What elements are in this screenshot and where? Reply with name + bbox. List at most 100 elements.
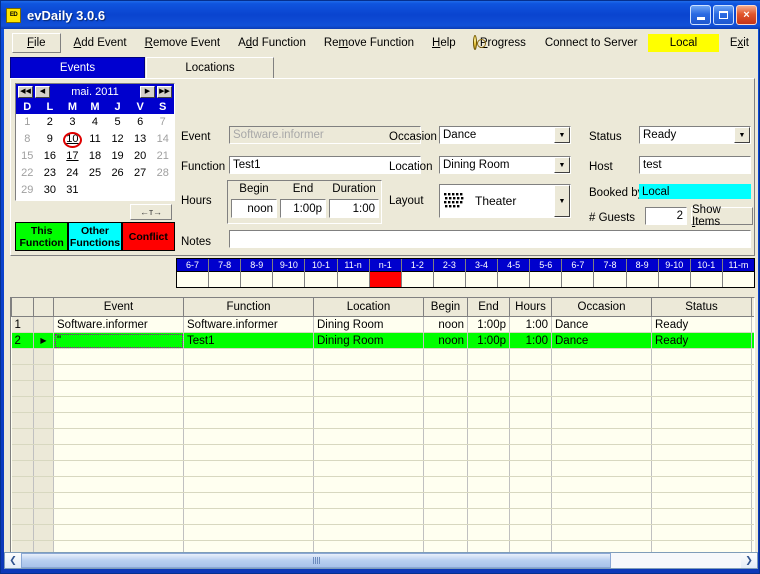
calendar-day-11[interactable]: 11: [84, 131, 107, 148]
cell-begin[interactable]: noon: [423, 316, 468, 333]
layout-chevron-down-icon[interactable]: ▼: [554, 185, 570, 217]
cell-function[interactable]: Test1: [183, 332, 314, 349]
timeline-slot-6[interactable]: n-1: [369, 259, 402, 287]
cell-event[interactable]: ": [53, 332, 184, 349]
menu-item-add-function[interactable]: Add Function: [229, 34, 315, 52]
calendar-day-9[interactable]: 9: [39, 131, 62, 148]
cell-hos[interactable]: test: [751, 332, 754, 349]
calendar-day-10[interactable]: 10: [61, 131, 84, 148]
timeline-slot-free-7[interactable]: [402, 272, 433, 287]
cell-status[interactable]: Ready: [651, 316, 752, 333]
cell-status[interactable]: Ready: [651, 332, 752, 349]
horizontal-scrollbar[interactable]: ❮ ❯: [4, 552, 758, 569]
cell-location[interactable]: Dining Room: [313, 332, 424, 349]
timeline-slot-3[interactable]: 9-10: [273, 259, 306, 287]
scroll-track[interactable]: [21, 553, 741, 568]
timeline-slot-free-1[interactable]: [209, 272, 240, 287]
timeline-slot-free-10[interactable]: [498, 272, 529, 287]
menu-item-exit[interactable]: Exit: [721, 34, 758, 52]
legend-other-functions[interactable]: Other Functions: [68, 222, 122, 251]
bookedby-field[interactable]: Local: [639, 184, 751, 199]
col-hours[interactable]: Hours: [509, 298, 552, 317]
legend-this-function[interactable]: This Function: [15, 222, 69, 251]
col-location[interactable]: Location: [313, 298, 424, 317]
row-marker[interactable]: [33, 316, 54, 333]
col-marker[interactable]: [33, 298, 54, 317]
calendar-day-17[interactable]: 17: [61, 148, 84, 165]
timeline-slot-13[interactable]: 7-8: [594, 259, 627, 287]
col-rownum[interactable]: [11, 298, 34, 317]
col-end[interactable]: End: [467, 298, 510, 317]
col-function[interactable]: Function: [183, 298, 314, 317]
calendar-day-31[interactable]: 31: [61, 182, 84, 199]
timeline-slot-free-3[interactable]: [273, 272, 304, 287]
guests-field[interactable]: 2: [645, 207, 687, 225]
timeline-slot-free-5[interactable]: [338, 272, 369, 287]
menu-item-remove-event[interactable]: Remove Event: [136, 34, 229, 52]
minimize-button[interactable]: [690, 5, 711, 25]
cell-end[interactable]: 1:00p: [467, 316, 510, 333]
timeline-slot-free-2[interactable]: [241, 272, 272, 287]
calendar-day-8[interactable]: 8: [16, 131, 39, 148]
menu-item-local[interactable]: Local: [647, 33, 720, 52]
prev-year-button[interactable]: ◀◀: [18, 85, 33, 98]
timeline-slot-16[interactable]: 10-1: [690, 259, 723, 287]
cell-end[interactable]: 1:00p: [467, 332, 510, 349]
timeline-slot-free-12[interactable]: [562, 272, 593, 287]
calendar-day-24[interactable]: 24: [61, 165, 84, 182]
occasion-combo[interactable]: Dance ▼: [439, 126, 571, 144]
calendar-day-7[interactable]: 7: [151, 114, 174, 131]
timeline-slot-1[interactable]: 7-8: [209, 259, 242, 287]
calendar-day-12[interactable]: 12: [106, 131, 129, 148]
menu-item-connect-to-server[interactable]: Connect to Server: [536, 34, 647, 52]
calendar-day-22[interactable]: 22: [16, 165, 39, 182]
cell-function[interactable]: Software.informer: [183, 316, 314, 333]
cell-begin[interactable]: noon: [423, 332, 468, 349]
scroll-thumb[interactable]: [21, 553, 612, 568]
col-host[interactable]: Hos: [751, 298, 754, 317]
row-current-marker-icon[interactable]: ▶: [33, 332, 54, 349]
row-number[interactable]: 2: [11, 332, 34, 349]
timeline-slot-free-0[interactable]: [177, 272, 208, 287]
end-field[interactable]: 1:00p: [280, 199, 326, 218]
duration-field[interactable]: 1:00: [329, 199, 379, 218]
calendar-day-28[interactable]: 28: [151, 165, 174, 182]
menu-item-file[interactable]: File: [12, 32, 61, 53]
next-month-button[interactable]: ▶: [140, 85, 155, 98]
calendar-day-14[interactable]: 14: [151, 131, 174, 148]
timeline-slot-4[interactable]: 10-1: [305, 259, 338, 287]
calendar-day-27[interactable]: 27: [129, 165, 152, 182]
cell-occasion[interactable]: Dance: [551, 316, 652, 333]
events-grid[interactable]: Event Function Location Begin End Hours …: [10, 297, 755, 569]
occasion-chevron-down-icon[interactable]: ▼: [554, 127, 570, 143]
timeline-slot-8[interactable]: 2-3: [433, 259, 466, 287]
calendar[interactable]: ◀◀ ◀ mai. 2011 ▶ ▶▶ D L M M J V S 1 2 3 …: [15, 83, 175, 201]
tab-events[interactable]: Events: [10, 57, 145, 79]
cell-hos[interactable]: test: [751, 316, 754, 333]
tab-locations[interactable]: Locations: [146, 57, 274, 79]
timeline-slot-free-13[interactable]: [594, 272, 625, 287]
menu-item-progress[interactable]: Progress: [480, 34, 535, 52]
calendar-day-13[interactable]: 13: [129, 131, 152, 148]
calendar-day-23[interactable]: 23: [39, 165, 62, 182]
calendar-day-18[interactable]: 18: [84, 148, 107, 165]
timeline-slot-11[interactable]: 5-6: [530, 259, 563, 287]
cell-hours[interactable]: 1:00: [509, 316, 552, 333]
timeline-slot-0[interactable]: 6-7: [177, 259, 210, 287]
table-row[interactable]: 2 ▶ " Test1 Dining Room noon 1:00p 1:00 Dance Rea…: [11, 332, 754, 349]
calendar-day-19[interactable]: 19: [106, 148, 129, 165]
timeline-slot-free-11[interactable]: [530, 272, 561, 287]
calendar-day-20[interactable]: 20: [129, 148, 152, 165]
timeline-slot-15[interactable]: 9-10: [658, 259, 691, 287]
scroll-right-button[interactable]: ❯: [741, 553, 757, 568]
col-status[interactable]: Status: [651, 298, 752, 317]
timeline-slot-14[interactable]: 8-9: [626, 259, 659, 287]
maximize-button[interactable]: [713, 5, 734, 25]
col-begin[interactable]: Begin: [423, 298, 468, 317]
scroll-left-button[interactable]: ❮: [5, 553, 21, 568]
col-occasion[interactable]: Occasion: [551, 298, 652, 317]
menu-item-help[interactable]: Help: [423, 34, 465, 52]
calendar-day-30[interactable]: 30: [39, 182, 62, 199]
timeline-slot-9[interactable]: 3-4: [465, 259, 499, 287]
layout-combo[interactable]: Theater ▼: [439, 184, 571, 218]
